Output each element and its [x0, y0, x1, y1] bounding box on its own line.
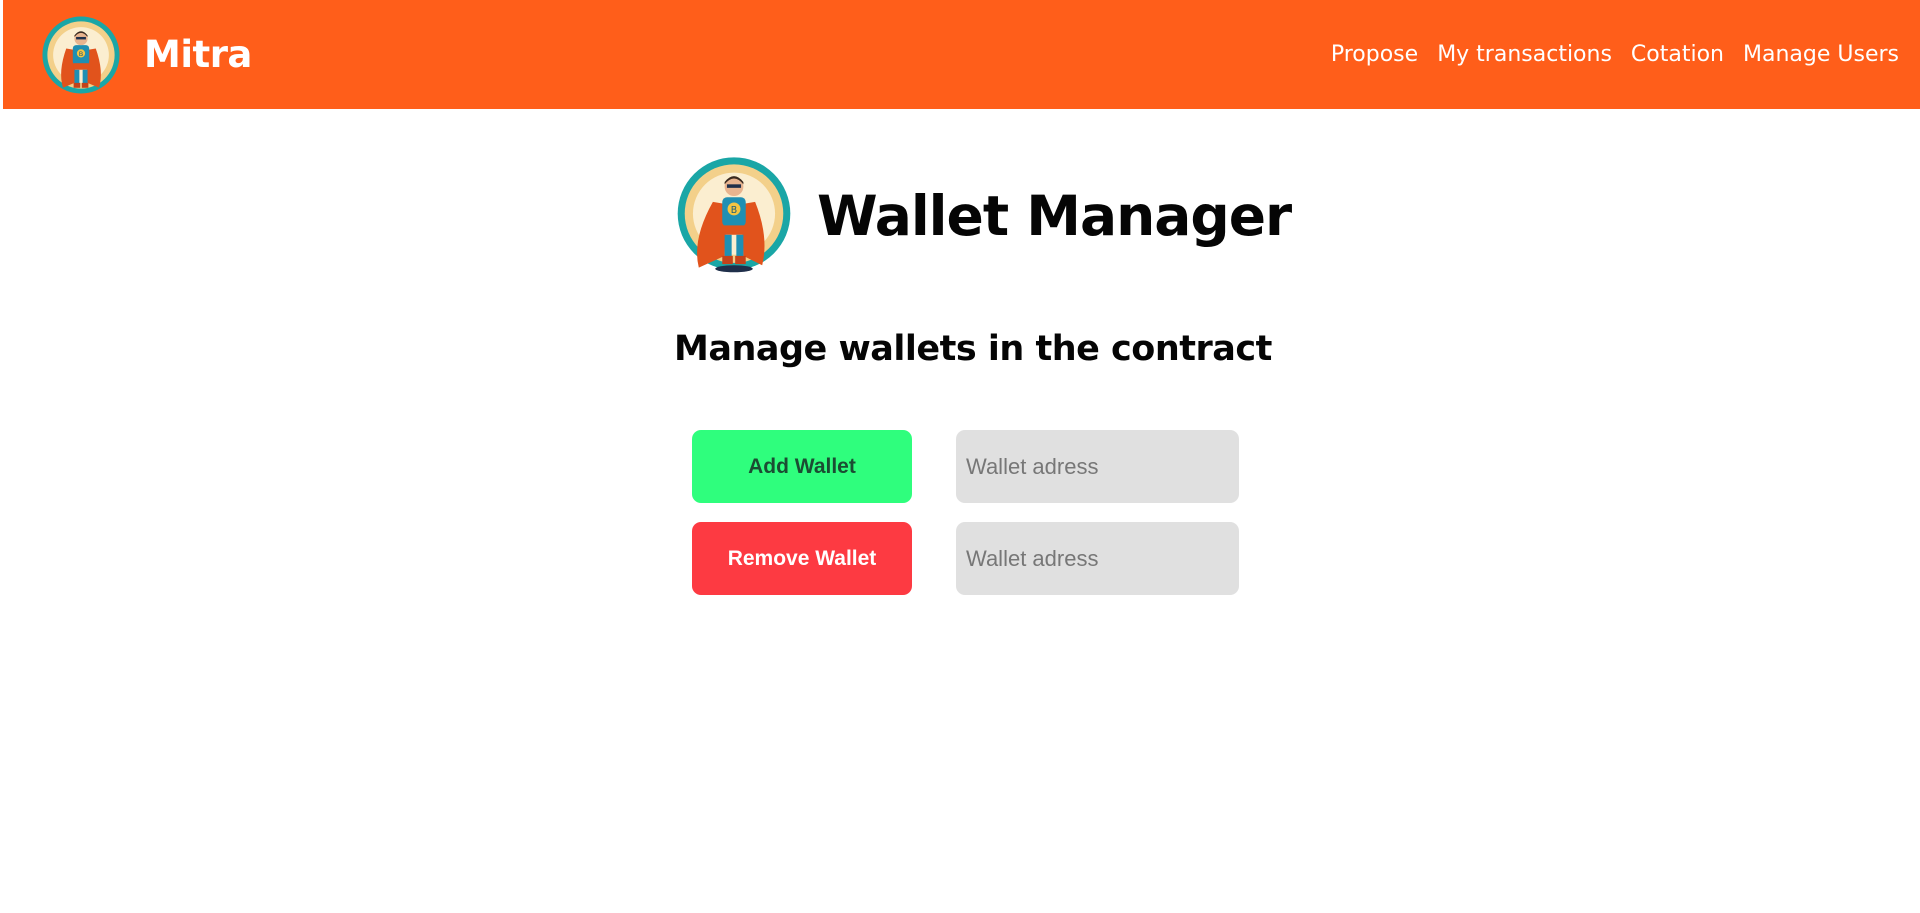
wallet-form: Add Wallet Remove Wallet: [692, 430, 1239, 614]
remove-wallet-row: Remove Wallet: [692, 522, 1239, 595]
superhero-logo-icon: B: [675, 155, 793, 277]
svg-text:B: B: [731, 205, 737, 216]
nav-link-propose[interactable]: Propose: [1331, 42, 1418, 67]
svg-text:B: B: [79, 49, 84, 57]
section-subtitle: Manage wallets in the contract: [674, 329, 1272, 369]
nav-link-cotation[interactable]: Cotation: [1631, 42, 1724, 67]
top-navbar: B Mitra Propose My transactions Cotation…: [3, 0, 1920, 109]
nav-link-my-transactions[interactable]: My transactions: [1437, 42, 1612, 67]
remove-wallet-address-input[interactable]: [956, 522, 1239, 595]
brand[interactable]: B Mitra: [40, 14, 252, 96]
page-title: Wallet Manager: [817, 184, 1292, 248]
add-wallet-button[interactable]: Add Wallet: [692, 430, 912, 503]
add-wallet-address-input[interactable]: [956, 430, 1239, 503]
page-header: B Wallet Manager: [675, 155, 1292, 277]
brand-name: Mitra: [144, 33, 252, 76]
add-wallet-row: Add Wallet: [692, 430, 1239, 503]
superhero-logo-icon: B: [40, 14, 122, 96]
nav-link-manage-users[interactable]: Manage Users: [1743, 42, 1899, 67]
nav-links: Propose My transactions Cotation Manage …: [1331, 42, 1899, 67]
remove-wallet-button[interactable]: Remove Wallet: [692, 522, 912, 595]
